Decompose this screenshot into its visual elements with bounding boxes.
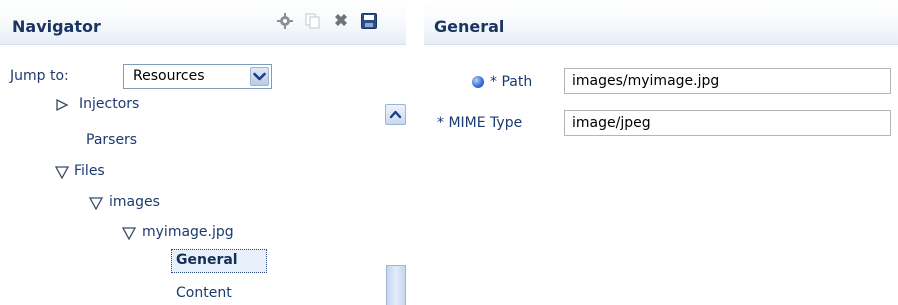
tree-item-images[interactable]: images bbox=[109, 194, 160, 210]
expanded-twisty-icon[interactable] bbox=[88, 196, 104, 210]
collapsed-twisty-icon[interactable] bbox=[54, 98, 70, 112]
scrollbar-thumb[interactable] bbox=[386, 265, 406, 305]
copy-icon[interactable] bbox=[304, 12, 322, 30]
tree-item-content[interactable]: Content bbox=[176, 285, 232, 301]
jump-to-value: Resources bbox=[133, 68, 205, 84]
navigator-title: Navigator bbox=[12, 17, 101, 36]
expanded-twisty-icon[interactable] bbox=[121, 226, 137, 240]
save-icon[interactable] bbox=[360, 12, 378, 30]
tree-item-general[interactable]: General bbox=[176, 252, 238, 268]
path-value: images/myimage.jpg bbox=[572, 73, 720, 89]
jump-to-select[interactable]: Resources bbox=[123, 64, 272, 89]
navigator-tree: Injectors Parsers Files images myimage.j… bbox=[0, 95, 380, 305]
delete-icon[interactable] bbox=[332, 12, 350, 30]
expanded-twisty-icon[interactable] bbox=[54, 165, 70, 179]
general-header: General bbox=[424, 0, 898, 45]
general-title: General bbox=[434, 17, 505, 36]
info-icon bbox=[472, 76, 484, 88]
add-icon[interactable] bbox=[276, 12, 294, 30]
tree-item-files[interactable]: Files bbox=[74, 163, 105, 179]
path-label: * Path bbox=[490, 74, 533, 90]
scroll-up-button[interactable] bbox=[385, 104, 406, 125]
chevron-down-icon bbox=[253, 72, 266, 81]
tree-item-injectors[interactable]: Injectors bbox=[79, 96, 139, 112]
jump-to-label: Jump to: bbox=[10, 68, 69, 84]
path-field[interactable]: images/myimage.jpg bbox=[564, 68, 891, 94]
tree-item-myimage[interactable]: myimage.jpg bbox=[142, 224, 234, 240]
navigator-header: Navigator bbox=[0, 0, 406, 45]
mime-type-value: image/jpeg bbox=[572, 115, 651, 131]
chevron-up-icon bbox=[389, 110, 402, 119]
mime-type-label: * MIME Type bbox=[437, 115, 523, 131]
dropdown-arrow-button[interactable] bbox=[250, 67, 269, 86]
mime-type-field[interactable]: image/jpeg bbox=[564, 110, 891, 136]
tree-item-parsers[interactable]: Parsers bbox=[86, 132, 137, 148]
